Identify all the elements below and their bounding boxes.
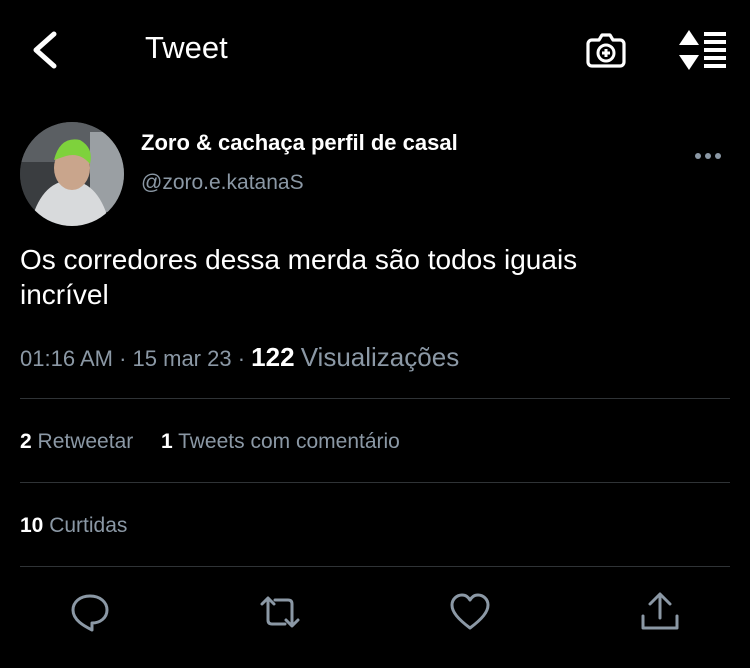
top-bar: Tweet xyxy=(0,0,750,100)
retweets-stat[interactable]: 2 Retweetar xyxy=(20,430,139,453)
action-bar xyxy=(0,590,750,640)
back-arrow-icon[interactable] xyxy=(28,28,64,72)
views-count: 122 xyxy=(251,342,295,372)
author-handle[interactable]: @zoro.e.katanaS xyxy=(141,171,304,195)
more-icon[interactable] xyxy=(690,138,726,174)
avatar[interactable] xyxy=(20,122,124,226)
likes-stat[interactable]: 10 Curtidas xyxy=(20,514,127,538)
retweets-label: Retweetar xyxy=(37,430,134,453)
likes-label: Curtidas xyxy=(49,514,128,537)
retweet-stats: 2 Retweetar 1 Tweets com comentário xyxy=(20,430,400,454)
author-name[interactable]: Zoro & cachaça perfil de casal xyxy=(141,130,458,156)
page-title: Tweet xyxy=(145,30,228,65)
divider xyxy=(20,482,730,483)
quotes-stat[interactable]: 1 Tweets com comentário xyxy=(161,430,400,453)
tweet-meta: 01:16 AM · 15 mar 23 · 122 Visualizações xyxy=(20,342,459,373)
quotes-label: Tweets com comentário xyxy=(178,430,400,453)
heart-icon[interactable] xyxy=(448,590,492,634)
separator: · xyxy=(237,346,246,371)
divider xyxy=(20,398,730,399)
likes-count: 10 xyxy=(20,514,44,537)
retweet-icon[interactable] xyxy=(258,590,302,634)
tweet-text: Os corredores dessa merda são todos igua… xyxy=(20,242,720,312)
retweets-count: 2 xyxy=(20,430,32,453)
reply-icon[interactable] xyxy=(68,590,112,634)
camera-add-icon[interactable] xyxy=(584,28,628,72)
sort-icon[interactable] xyxy=(675,28,727,72)
views-label[interactable]: Visualizações xyxy=(301,342,460,372)
tweet-text-line: Os corredores dessa merda são todos igua… xyxy=(20,244,578,275)
tweet-text-line: incrível xyxy=(20,279,109,310)
tweet-date: 15 mar 23 xyxy=(132,346,232,371)
tweet-time: 01:16 AM xyxy=(20,346,113,371)
share-icon[interactable] xyxy=(638,590,682,634)
quotes-count: 1 xyxy=(160,430,173,453)
divider xyxy=(20,566,730,567)
separator: · xyxy=(119,346,127,371)
